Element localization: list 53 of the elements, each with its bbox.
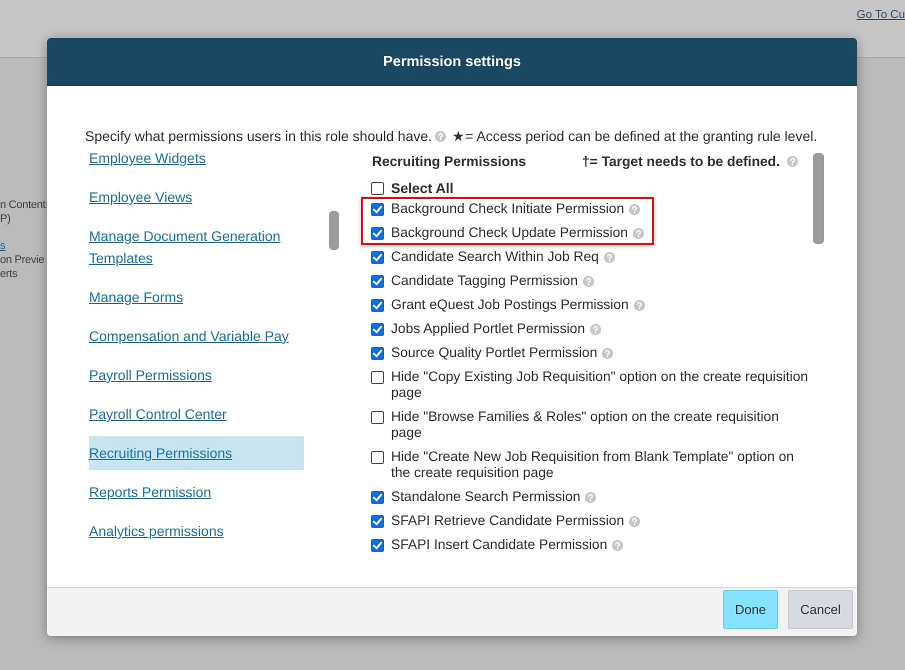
checkbox[interactable] <box>371 410 384 424</box>
nav-link[interactable]: Analytics permissions <box>89 514 224 548</box>
checkbox[interactable] <box>371 490 384 504</box>
nav-link[interactable]: Reports Permission <box>89 475 212 509</box>
checkbox[interactable] <box>371 250 384 264</box>
background-text: n Content <box>0 198 46 212</box>
permission-label: Jobs Applied Portlet Permission <box>391 321 586 337</box>
target-legend: †= Target needs to be defined. <box>582 154 780 168</box>
checkbox[interactable] <box>371 370 384 384</box>
nav-link[interactable]: Manage Forms <box>89 280 184 314</box>
scrollbar-thumb[interactable] <box>329 211 339 250</box>
background-link[interactable]: s <box>0 239 6 253</box>
checkbox[interactable] <box>371 202 384 216</box>
background-text: erts <box>0 267 18 281</box>
go-to-link[interactable]: Go To Cu <box>856 8 905 22</box>
checkbox[interactable] <box>371 538 384 552</box>
checkbox[interactable] <box>371 450 384 464</box>
nav-link[interactable]: Payroll Permissions <box>89 358 212 392</box>
background-text: on Previe <box>0 253 44 267</box>
checkbox[interactable] <box>371 514 384 528</box>
dialog-title: Permission settings <box>47 38 857 86</box>
permission-label: Background Check Update Permission <box>391 225 628 241</box>
checkbox[interactable] <box>371 182 384 194</box>
nav-link[interactable]: Payroll Control Center <box>89 397 227 431</box>
checkbox[interactable] <box>371 298 384 312</box>
background-text: P) <box>0 212 10 226</box>
checkbox[interactable] <box>371 274 384 288</box>
section-title: Recruiting Permissions <box>372 154 528 168</box>
permission-label: SFAPI Insert Candidate Permission <box>391 537 608 553</box>
checkbox[interactable] <box>371 226 384 240</box>
scrollbar-thumb[interactable] <box>813 153 824 244</box>
permission-label: SFAPI Retrieve Candidate Permission <box>391 513 624 529</box>
permission-label: Standalone Search Permission <box>391 489 580 505</box>
permission-label: Hide "Copy Existing Job Requisition" option on the create requisition page <box>391 369 809 401</box>
checkbox[interactable] <box>371 346 384 360</box>
nav-link[interactable]: Employee Views <box>89 180 192 214</box>
select-all-label: Select All <box>391 180 454 196</box>
intro-text: Specify what permissions users in this role should have. <box>85 128 432 144</box>
permission-label: Grant eQuest Job Postings Permission <box>391 297 629 313</box>
cancel-button[interactable]: Cancel <box>788 590 853 629</box>
done-button[interactable]: Done <box>723 590 778 629</box>
nav-link[interactable]: Manage Document Generation Templates <box>89 219 304 275</box>
permission-label: Hide "Browse Families & Roles" option on the create requisition page <box>391 409 780 441</box>
nav-link[interactable]: Recruiting Permissions <box>89 436 304 470</box>
checkbox[interactable] <box>371 322 384 336</box>
permission-label: Candidate Search Within Job Req <box>391 249 599 265</box>
nav-link[interactable]: Employee Widgets <box>89 144 206 175</box>
permission-label: Hide "Create New Job Requisition from Blank Template" option on the create requisition page <box>391 449 795 481</box>
permission-label: Source Quality Portlet Permission <box>391 345 598 361</box>
legend-text: ★= Access period can be defined at the granting rule level. <box>452 128 818 144</box>
permission-label: Candidate Tagging Permission <box>391 273 578 289</box>
permission-label: Background Check Initiate Permission <box>391 201 624 217</box>
nav-link[interactable]: Compensation and Variable Pay <box>89 319 289 353</box>
